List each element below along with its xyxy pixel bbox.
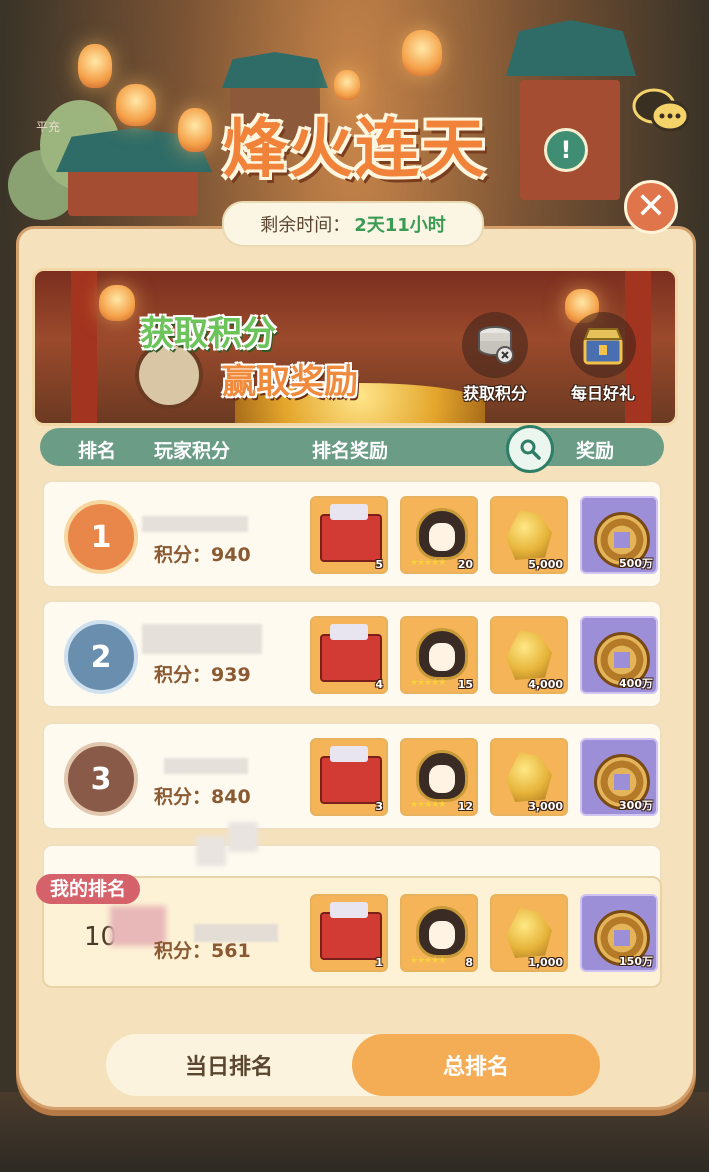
table-header: 排名 玩家积分 排名奖励 奖励: [40, 428, 664, 466]
star-rating: ★★★★★: [410, 956, 446, 966]
my-score: 积分：561: [154, 940, 251, 962]
reward-coin[interactable]: 400万: [580, 616, 658, 694]
gold-nugget-icon: [506, 752, 552, 802]
star-rating: ★★★★★: [410, 558, 446, 568]
reward-chest[interactable]: 3: [310, 738, 388, 816]
reward-coin[interactable]: 500万: [580, 496, 658, 574]
player-score: 积分：840: [154, 786, 251, 808]
helmet-icon: [416, 508, 468, 560]
reward-chest[interactable]: 1: [310, 894, 388, 972]
lantern-decoration: [99, 285, 135, 321]
star-rating: ★★★★★: [410, 678, 446, 688]
header-rank: 排名: [78, 440, 117, 462]
chest-icon: [320, 624, 382, 682]
lantern-decoration: [116, 84, 156, 126]
daily-gift-label: 每日好礼: [570, 384, 635, 403]
reward-count: 1,000: [528, 956, 563, 969]
rank-badge-silver: 2: [64, 620, 138, 694]
info-icon[interactable]: !: [544, 128, 588, 172]
reward-count: 8: [465, 956, 473, 969]
chest-icon: [320, 504, 382, 562]
reward-coin[interactable]: 300万: [580, 738, 658, 816]
event-title: 烽火连天: [223, 112, 487, 187]
rank-badge-bronze: 3: [64, 742, 138, 816]
ranking-row-1[interactable]: 1 积分：940 5 ★★★★★ 20 5,000 500万: [42, 480, 662, 588]
reward-count: 500万: [619, 557, 653, 570]
chest-icon: [320, 902, 382, 960]
get-points-button[interactable]: 获取积分: [462, 312, 528, 404]
timer-label: 剩余时间：: [260, 215, 351, 236]
tab-daily-ranking[interactable]: 当日排名: [106, 1034, 352, 1096]
coin-stack-icon: [462, 312, 528, 378]
gold-nugget-icon: [506, 908, 552, 958]
player-name-blurred: [142, 624, 262, 654]
star-rating: ★★★★★: [410, 800, 446, 810]
gold-nugget-icon: [506, 630, 552, 680]
reward-chest[interactable]: 4: [310, 616, 388, 694]
reward-count: 20: [457, 558, 473, 571]
reward-count: 300万: [619, 799, 653, 812]
side-label: 平充: [36, 120, 61, 134]
player-name-blurred: [142, 516, 248, 532]
gold-nugget-icon: [506, 510, 552, 560]
reward-general[interactable]: ★★★★★ 8: [400, 894, 478, 972]
reward-general[interactable]: ★★★★★ 15: [400, 616, 478, 694]
player-name-blurred: [164, 758, 248, 774]
helmet-icon: [416, 750, 468, 802]
close-button[interactable]: ✕: [624, 180, 678, 234]
reward-count: 3,000: [528, 800, 563, 813]
reward-count: 15: [457, 678, 473, 691]
sky-lantern-decoration: [334, 70, 360, 100]
reward-gold[interactable]: 1,000: [490, 894, 568, 972]
ranking-tabs: 当日排名 总排名: [106, 1034, 600, 1096]
player-score: 积分：940: [154, 544, 251, 566]
gift-chest-icon: [570, 312, 636, 378]
pillar-decoration: [71, 271, 97, 423]
chest-icon: [320, 746, 382, 804]
reward-count: 3: [375, 800, 383, 813]
header-player-score: 玩家积分: [154, 440, 231, 462]
reward-gold[interactable]: 5,000: [490, 496, 568, 574]
tab-total-ranking[interactable]: 总排名: [352, 1034, 600, 1096]
remaining-time: 剩余时间： 2天11小时: [222, 201, 484, 247]
reward-count: 400万: [619, 677, 653, 690]
daily-gift-button[interactable]: 每日好礼: [570, 312, 636, 404]
blurred-patch: [228, 822, 258, 852]
helmet-icon: [416, 906, 468, 958]
banner-slogan-1: 获取积分: [140, 314, 276, 354]
chat-icon[interactable]: [632, 86, 690, 136]
reward-general[interactable]: ★★★★★ 12: [400, 738, 478, 816]
ranking-row-2[interactable]: 2 积分：939 4 ★★★★★ 15 4,000 400万: [42, 600, 662, 708]
banner-slogan-2: 赢取奖励: [222, 362, 358, 402]
player-score: 积分：939: [154, 664, 251, 686]
reward-count: 5: [375, 558, 383, 571]
reward-gold[interactable]: 3,000: [490, 738, 568, 816]
reward-general[interactable]: ★★★★★ 20: [400, 496, 478, 574]
reward-count: 4,000: [528, 678, 563, 691]
timer-value: 2天11小时: [354, 215, 446, 236]
ranking-row-3[interactable]: 3 积分：840 3 ★★★★★ 12 3,000 300万: [42, 722, 662, 830]
reward-count: 12: [457, 800, 473, 813]
sky-lantern-decoration: [402, 30, 442, 76]
reward-count: 5,000: [528, 558, 563, 571]
helmet-icon: [416, 628, 468, 680]
reward-count: 4: [375, 678, 383, 691]
get-points-label: 获取积分: [462, 384, 527, 403]
lantern-decoration: [78, 44, 112, 88]
blurred-patch: [196, 836, 226, 866]
rank-badge-gold: 1: [64, 500, 138, 574]
reward-count: 150万: [619, 955, 653, 968]
header-rank-reward: 排名奖励: [312, 440, 389, 462]
search-icon[interactable]: [506, 425, 554, 473]
header-reward[interactable]: 奖励: [576, 436, 614, 463]
reward-count: 1: [375, 956, 383, 969]
my-rank-tag: 我的排名: [36, 874, 141, 904]
reward-chest[interactable]: 5: [310, 496, 388, 574]
reward-gold[interactable]: 4,000: [490, 616, 568, 694]
reward-coin[interactable]: 150万: [580, 894, 658, 972]
